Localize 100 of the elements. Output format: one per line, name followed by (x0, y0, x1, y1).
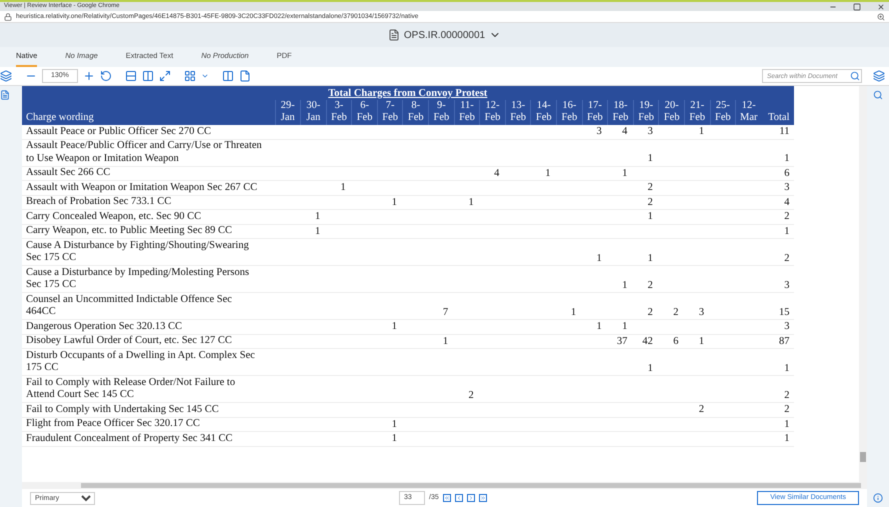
document-icon (388, 29, 400, 41)
table-cell: 1 (392, 321, 397, 332)
search-icon[interactable] (873, 90, 883, 100)
grid-icon[interactable] (184, 70, 196, 82)
table-cell: 1 (392, 196, 397, 208)
table-cell: 87 (779, 336, 790, 346)
document-title: OPS.IR.00000001 (404, 28, 486, 42)
table-cell: Fraudulent Concealment of Property Sec 341 CC (22, 432, 275, 446)
next-page-icon[interactable] (466, 494, 475, 502)
column-header: 25- Feb (710, 100, 736, 125)
table-cell: 2 (784, 252, 790, 264)
table-cell: Breach of Probation Sec 733.1 CC (22, 195, 275, 210)
first-page-icon[interactable] (442, 494, 451, 502)
table-cell: 2 (784, 404, 790, 415)
table-cell: 3 (784, 321, 790, 332)
table-cell: 4 (494, 168, 500, 178)
table-cell: 2 (648, 196, 653, 208)
table-cell: 4 (622, 126, 628, 137)
table-cell: 2 (648, 182, 653, 193)
table-cell: 6 (784, 168, 790, 178)
table-cell: 6 (673, 336, 678, 346)
table-cell: 15 (779, 306, 790, 318)
column-header: 14- Feb (530, 100, 557, 125)
table-cell: Assault with Weapon or Imitation Weapon Sec 267 CC (22, 180, 275, 195)
table-cell: 1 (545, 168, 551, 178)
table-cell: Assault Sec 266 CC (22, 166, 275, 180)
fit-width-icon[interactable] (142, 70, 154, 82)
table-cell: Disturb Occupants of a Dwelling in Apt. Complex Sec 175 CC (22, 348, 275, 376)
table-cell: 1 (648, 153, 653, 164)
rotate-icon[interactable] (100, 70, 112, 82)
table-cell: 2 (468, 390, 474, 400)
table-cell: Cause a Disturbance by Impeding/Molesting Persons Sec 175 CC (22, 266, 275, 292)
table-cell: 2 (648, 280, 653, 290)
horizontal-scrollbar[interactable] (22, 482, 867, 489)
search-icon[interactable] (850, 71, 860, 81)
column-header: 18- Feb (608, 100, 634, 125)
table-cell: 1 (596, 321, 602, 332)
column-header: 8- Feb (402, 100, 429, 125)
maximize-icon[interactable] (853, 2, 861, 10)
column-header: 21- Feb (684, 100, 710, 125)
page-icon[interactable] (238, 70, 251, 82)
info-icon[interactable] (873, 493, 883, 503)
table-cell: 1 (392, 418, 397, 430)
layers-icon[interactable] (873, 70, 885, 82)
table-cell: 42 (642, 336, 653, 346)
table-cell: 3 (596, 126, 602, 137)
table-cell: 1 (784, 226, 790, 236)
table-cell: 1 (468, 196, 474, 208)
zoom-in-icon[interactable] (82, 70, 95, 82)
table-cell: 3 (784, 280, 790, 290)
table-cell: Disobey Lawful Order of Court, etc. Sec 127 CC (22, 334, 275, 348)
previous-page-icon[interactable] (454, 494, 463, 502)
table-cell: Fail to Comply with Release Order/Not Failure to Attend Court Sec 145 CC (22, 376, 275, 402)
compare-icon[interactable] (222, 70, 234, 82)
table-cell: Carry Concealed Weapon, etc. Sec 90 CC (22, 210, 275, 224)
table-cell: 1 (622, 168, 628, 178)
table-cell: Flight from Peace Officer Sec 320.17 CC (22, 417, 275, 432)
table-cell: 1 (622, 321, 628, 332)
table-cell: 1 (340, 182, 346, 193)
column-header: 12- Feb (480, 100, 506, 125)
table-cell: Assault Peace/Public Officer and Carry/Use or Threaten to Use Weapon or Imitation Weapon (22, 139, 275, 166)
table-cell: 1 (784, 433, 790, 444)
column-header: 19- Feb (633, 100, 659, 125)
lock-icon (4, 12, 12, 20)
fullscreen-icon[interactable] (158, 70, 171, 82)
table-cell: Fail to Comply with Undertaking Sec 145 CC (22, 402, 275, 417)
table-title: Total Charges from Convoy Protest (328, 88, 488, 99)
layers-icon[interactable] (0, 70, 12, 82)
table-cell: 1 (648, 211, 653, 222)
column-header: 3- Feb (326, 100, 352, 125)
table-cell: Counsel an Uncommitted Indictable Offence Sec 464CC (22, 292, 275, 320)
panel-icon[interactable] (0, 90, 10, 100)
chevron-down-icon[interactable] (200, 72, 209, 80)
column-header: 30- Jan (300, 100, 326, 125)
column-header: 29- Jan (275, 100, 301, 125)
table-cell: 3 (784, 182, 790, 193)
table-cell: 11 (779, 126, 790, 137)
table-cell: Dangerous Operation Sec 320.13 CC (22, 320, 275, 334)
table-cell: 2 (784, 211, 790, 222)
table-cell: 1 (622, 280, 628, 290)
table-cell: 2 (784, 390, 790, 400)
column-header: 12- Mar (736, 100, 762, 125)
table-cell: Cause A Disturbance by Fighting/Shouting/Swearing Sec 175 CC (22, 238, 275, 266)
table-cell: 1 (648, 252, 653, 264)
zoom-icon[interactable] (877, 12, 885, 20)
table-cell: 1 (784, 153, 790, 164)
column-header: 13- Feb (505, 100, 531, 125)
table-cell: 1 (698, 336, 704, 346)
table-cell: 1 (314, 211, 320, 222)
table-cell: 3 (698, 306, 704, 318)
column-header: 20- Feb (658, 100, 684, 125)
column-header: Total (761, 100, 794, 125)
fit-height-icon[interactable] (124, 70, 137, 82)
close-icon[interactable] (877, 2, 885, 10)
table-cell: Assault Peace or Public Officer Sec 270 CC (22, 125, 275, 139)
vertical-scrollbar[interactable] (859, 86, 867, 482)
last-page-icon[interactable] (478, 494, 487, 502)
table-cell: 1 (784, 362, 790, 374)
column-header: Charge wording (22, 100, 275, 125)
table-cell: 1 (784, 418, 790, 430)
